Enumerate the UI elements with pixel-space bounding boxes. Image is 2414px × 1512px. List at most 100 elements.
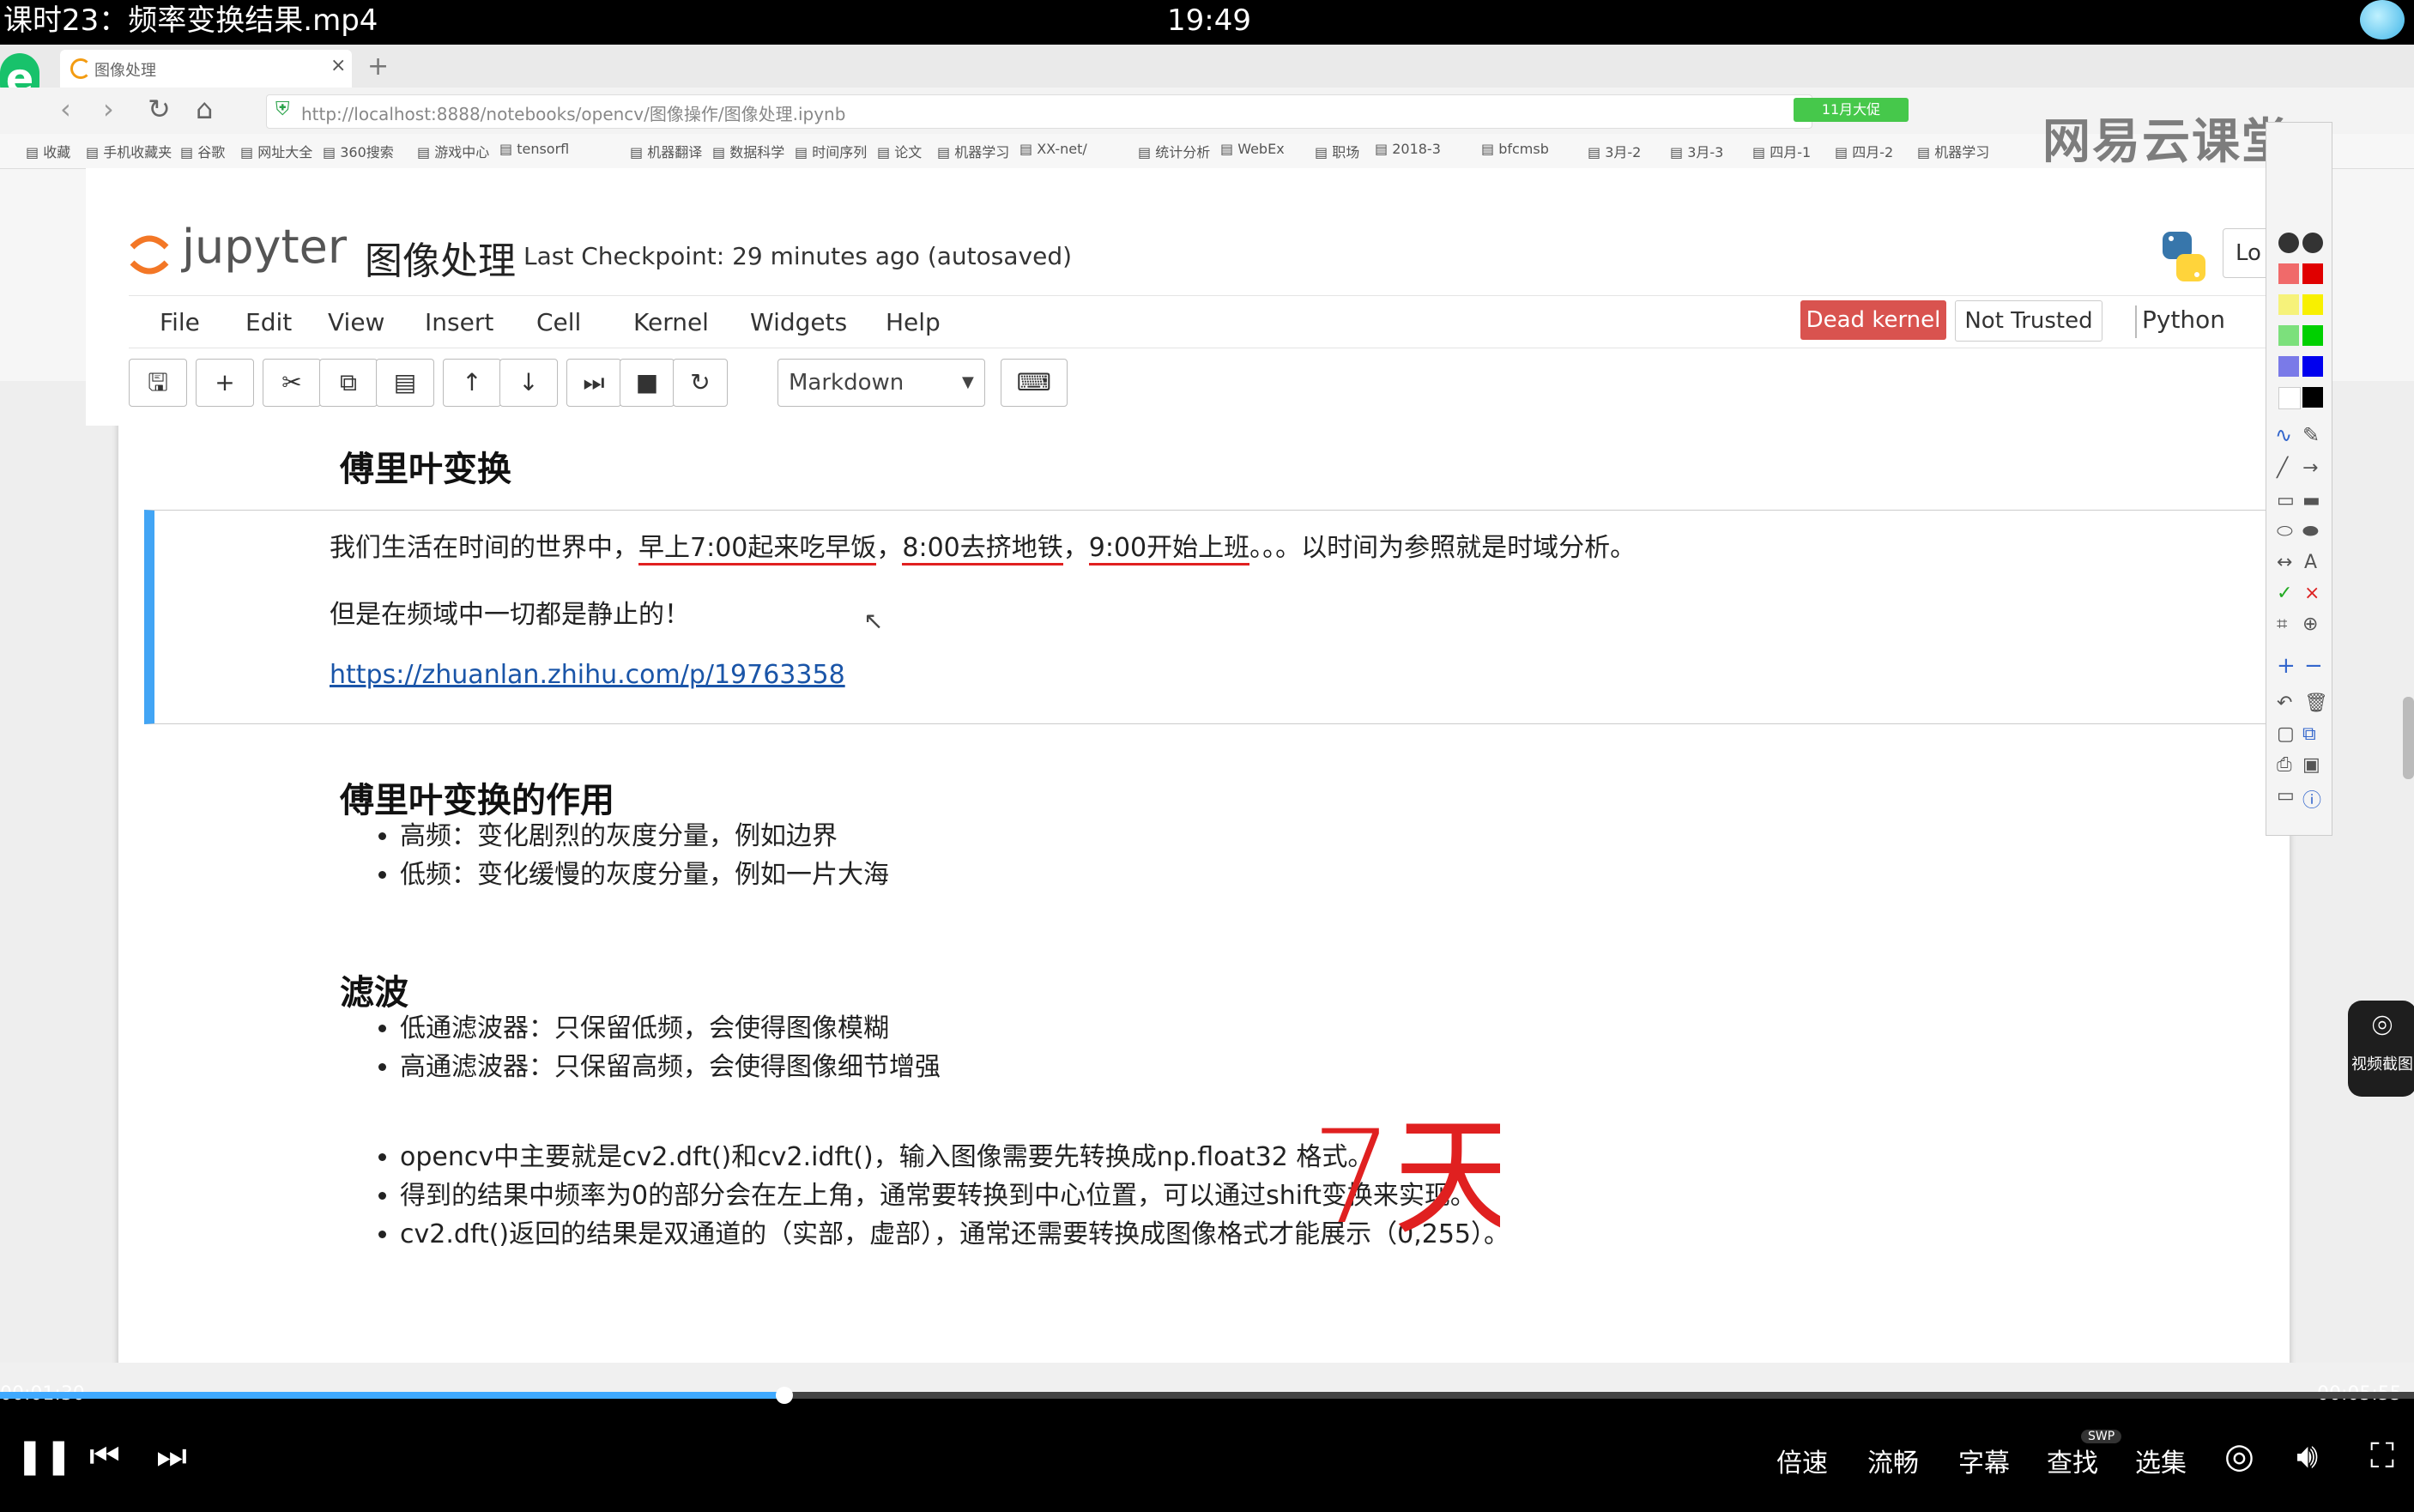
color-swatch[interactable] bbox=[2278, 325, 2299, 346]
screenshot-button[interactable]: ⌾ 视频截图 bbox=[2348, 1001, 2414, 1097]
bookmark-item[interactable]: ▤ 职场 bbox=[1315, 141, 1359, 161]
bookmark-item[interactable]: ▤ WebEx bbox=[1220, 141, 1285, 157]
new-page-icon[interactable]: ▢ bbox=[2277, 723, 2295, 745]
bookmark-item[interactable]: ▤ 360搜索 bbox=[323, 141, 394, 161]
copy-icon[interactable]: ⧉ bbox=[319, 359, 378, 407]
cut-icon[interactable]: ✂ bbox=[263, 359, 321, 407]
rectangle-icon[interactable]: ▭ bbox=[2277, 490, 2295, 511]
text-tool-icon[interactable]: A bbox=[2304, 552, 2317, 573]
close-icon[interactable]: × bbox=[330, 55, 346, 76]
stop-icon[interactable]: ■ bbox=[620, 359, 675, 407]
promo-chip[interactable]: 11月大促 bbox=[1794, 98, 1909, 122]
bookmark-item[interactable]: ▤ tensorfl bbox=[499, 141, 569, 157]
next-icon[interactable]: ⏭ bbox=[156, 1436, 187, 1476]
dead-kernel-badge[interactable]: Dead kernel bbox=[1800, 300, 1946, 340]
filled-rectangle-icon[interactable]: ▬ bbox=[2302, 490, 2320, 511]
run-icon[interactable]: ⏭ bbox=[566, 359, 621, 407]
undo-icon[interactable]: ↶ bbox=[2277, 692, 2292, 714]
progress-bar[interactable] bbox=[0, 1387, 2414, 1404]
bookmark-item[interactable]: ▤ 数据科学 bbox=[712, 141, 784, 161]
color-swatch[interactable] bbox=[2302, 387, 2323, 408]
video-frame[interactable]: e 图像处理 × + ‹ › ↻ ⌂ ⛨ http://localhost:88… bbox=[0, 45, 2414, 1392]
screen-icon[interactable]: ▭ bbox=[2277, 785, 2295, 807]
progress-handle[interactable] bbox=[776, 1387, 794, 1404]
forward-icon[interactable]: › bbox=[103, 93, 114, 125]
bookmark-item[interactable]: ▤ 谷歌 bbox=[180, 141, 225, 161]
volume-icon[interactable]: 🔊︎ bbox=[2296, 1436, 2318, 1476]
cell-type-select[interactable]: Markdown ▼ bbox=[777, 359, 985, 407]
search-button[interactable]: 查找 bbox=[2047, 1442, 2098, 1479]
browser-tab[interactable]: 图像处理 × bbox=[60, 50, 352, 88]
color-swatch[interactable] bbox=[2278, 387, 2301, 409]
pen-size-icon[interactable] bbox=[2302, 233, 2323, 253]
insert-cell-icon[interactable]: + bbox=[196, 359, 254, 407]
color-swatch[interactable] bbox=[2278, 263, 2299, 284]
line-tool-icon[interactable]: ╱ bbox=[2277, 457, 2288, 479]
bookmark-item[interactable]: ▤ 四月-2 bbox=[1835, 141, 1893, 161]
bookmark-item[interactable]: ▤ 3月-2 bbox=[1588, 141, 1641, 161]
bookmark-item[interactable]: ▤ XX-net/ bbox=[1019, 141, 1087, 157]
plus-icon[interactable]: + bbox=[2277, 653, 2296, 679]
color-swatch[interactable] bbox=[2302, 294, 2323, 315]
check-icon[interactable]: ✓ bbox=[2277, 583, 2292, 604]
filled-ellipse-icon[interactable]: ⬬ bbox=[2302, 521, 2319, 542]
bookmark-item[interactable]: ▤ 论文 bbox=[877, 141, 922, 161]
bookmark-item[interactable]: ▤ 机器学习 bbox=[1917, 141, 1989, 161]
double-arrow-icon[interactable]: ↔ bbox=[2277, 552, 2292, 573]
bookmark-item[interactable]: ▤ 2018-3 bbox=[1375, 141, 1441, 157]
minus-icon[interactable]: − bbox=[2304, 653, 2323, 679]
fullscreen-icon[interactable]: ⛶ bbox=[2370, 1436, 2394, 1476]
home-icon[interactable]: ⌂ bbox=[196, 93, 213, 125]
curve-tool-icon[interactable]: ∿ bbox=[2275, 423, 2292, 447]
color-swatch[interactable] bbox=[2302, 356, 2323, 377]
color-swatch[interactable] bbox=[2302, 263, 2323, 284]
bookmark-item[interactable]: ▤ 3月-3 bbox=[1670, 141, 1723, 161]
bookmark-item[interactable]: ▤ 时间序列 bbox=[795, 141, 867, 161]
crop-icon[interactable]: ⌗ bbox=[2277, 614, 2287, 635]
paste-icon[interactable]: ▤ bbox=[376, 359, 434, 407]
restart-icon[interactable]: ↻ bbox=[673, 359, 728, 407]
menu-widgets[interactable]: Widgets bbox=[750, 308, 847, 336]
bookmark-item[interactable]: ▤ 机器翻译 bbox=[630, 141, 702, 161]
arrow-tool-icon[interactable]: → bbox=[2302, 457, 2318, 479]
notebook-title[interactable]: 图像处理 bbox=[365, 230, 516, 285]
menu-kernel[interactable]: Kernel bbox=[633, 308, 709, 336]
menu-help[interactable]: Help bbox=[886, 308, 941, 336]
menu-cell[interactable]: Cell bbox=[536, 308, 581, 336]
move-down-icon[interactable]: ↓ bbox=[499, 359, 558, 407]
previous-icon[interactable]: ⏮ bbox=[89, 1436, 120, 1476]
pencil-icon[interactable]: ✎ bbox=[2302, 423, 2320, 447]
menu-edit[interactable]: Edit bbox=[245, 308, 292, 336]
copy-icon[interactable]: ⧉ bbox=[2302, 723, 2316, 745]
save-icon[interactable]: ▣ bbox=[2302, 754, 2320, 776]
selected-markdown-cell[interactable]: 我们生活在时间的世界中，早上7:00起来吃早饭，8:00去挤地铁，9:00开始上… bbox=[144, 510, 2301, 724]
trash-icon[interactable]: 🗑 bbox=[2304, 692, 2328, 714]
menu-insert[interactable]: Insert bbox=[425, 308, 493, 336]
color-swatch[interactable] bbox=[2278, 294, 2299, 315]
menu-file[interactable]: File bbox=[160, 308, 200, 336]
color-swatch[interactable] bbox=[2278, 356, 2299, 377]
save-icon[interactable]: 🖫 bbox=[129, 359, 187, 407]
avatar[interactable] bbox=[2360, 0, 2405, 39]
back-icon[interactable]: ‹ bbox=[60, 93, 71, 125]
bookmark-item[interactable]: ▤ 机器学习 bbox=[937, 141, 1009, 161]
print-icon[interactable]: ⎙ bbox=[2277, 754, 2292, 776]
keyboard-icon[interactable]: ⌨ bbox=[1001, 359, 1068, 407]
reload-icon[interactable]: ↻ bbox=[148, 93, 171, 125]
bookmark-item[interactable]: ▤ 四月-1 bbox=[1752, 141, 1811, 161]
info-icon[interactable]: ⓘ bbox=[2302, 785, 2321, 813]
scrollbar[interactable] bbox=[2403, 697, 2414, 779]
zhihu-link[interactable]: https://zhuanlan.zhihu.com/p/19763358 bbox=[330, 660, 845, 690]
bookmark-item[interactable]: ▤ 统计分析 bbox=[1138, 141, 1210, 161]
pause-icon[interactable]: ❚❚ bbox=[15, 1436, 73, 1476]
not-trusted-badge[interactable]: Not Trusted bbox=[1955, 300, 2102, 342]
pen-size-icon[interactable] bbox=[2278, 233, 2299, 253]
settings-icon[interactable]: ◎ bbox=[2224, 1436, 2254, 1476]
color-swatch[interactable] bbox=[2302, 325, 2323, 346]
bookmark-item[interactable]: ▤ 网址大全 bbox=[240, 141, 312, 161]
cross-icon[interactable]: × bbox=[2304, 583, 2320, 604]
subtitle-button[interactable]: 字幕 bbox=[1958, 1442, 2010, 1479]
new-tab-icon[interactable]: + bbox=[367, 51, 389, 82]
bookmark-item[interactable]: ▤ 收藏 bbox=[26, 141, 70, 161]
bookmark-item[interactable]: ▤ bfcmsb bbox=[1481, 141, 1549, 157]
